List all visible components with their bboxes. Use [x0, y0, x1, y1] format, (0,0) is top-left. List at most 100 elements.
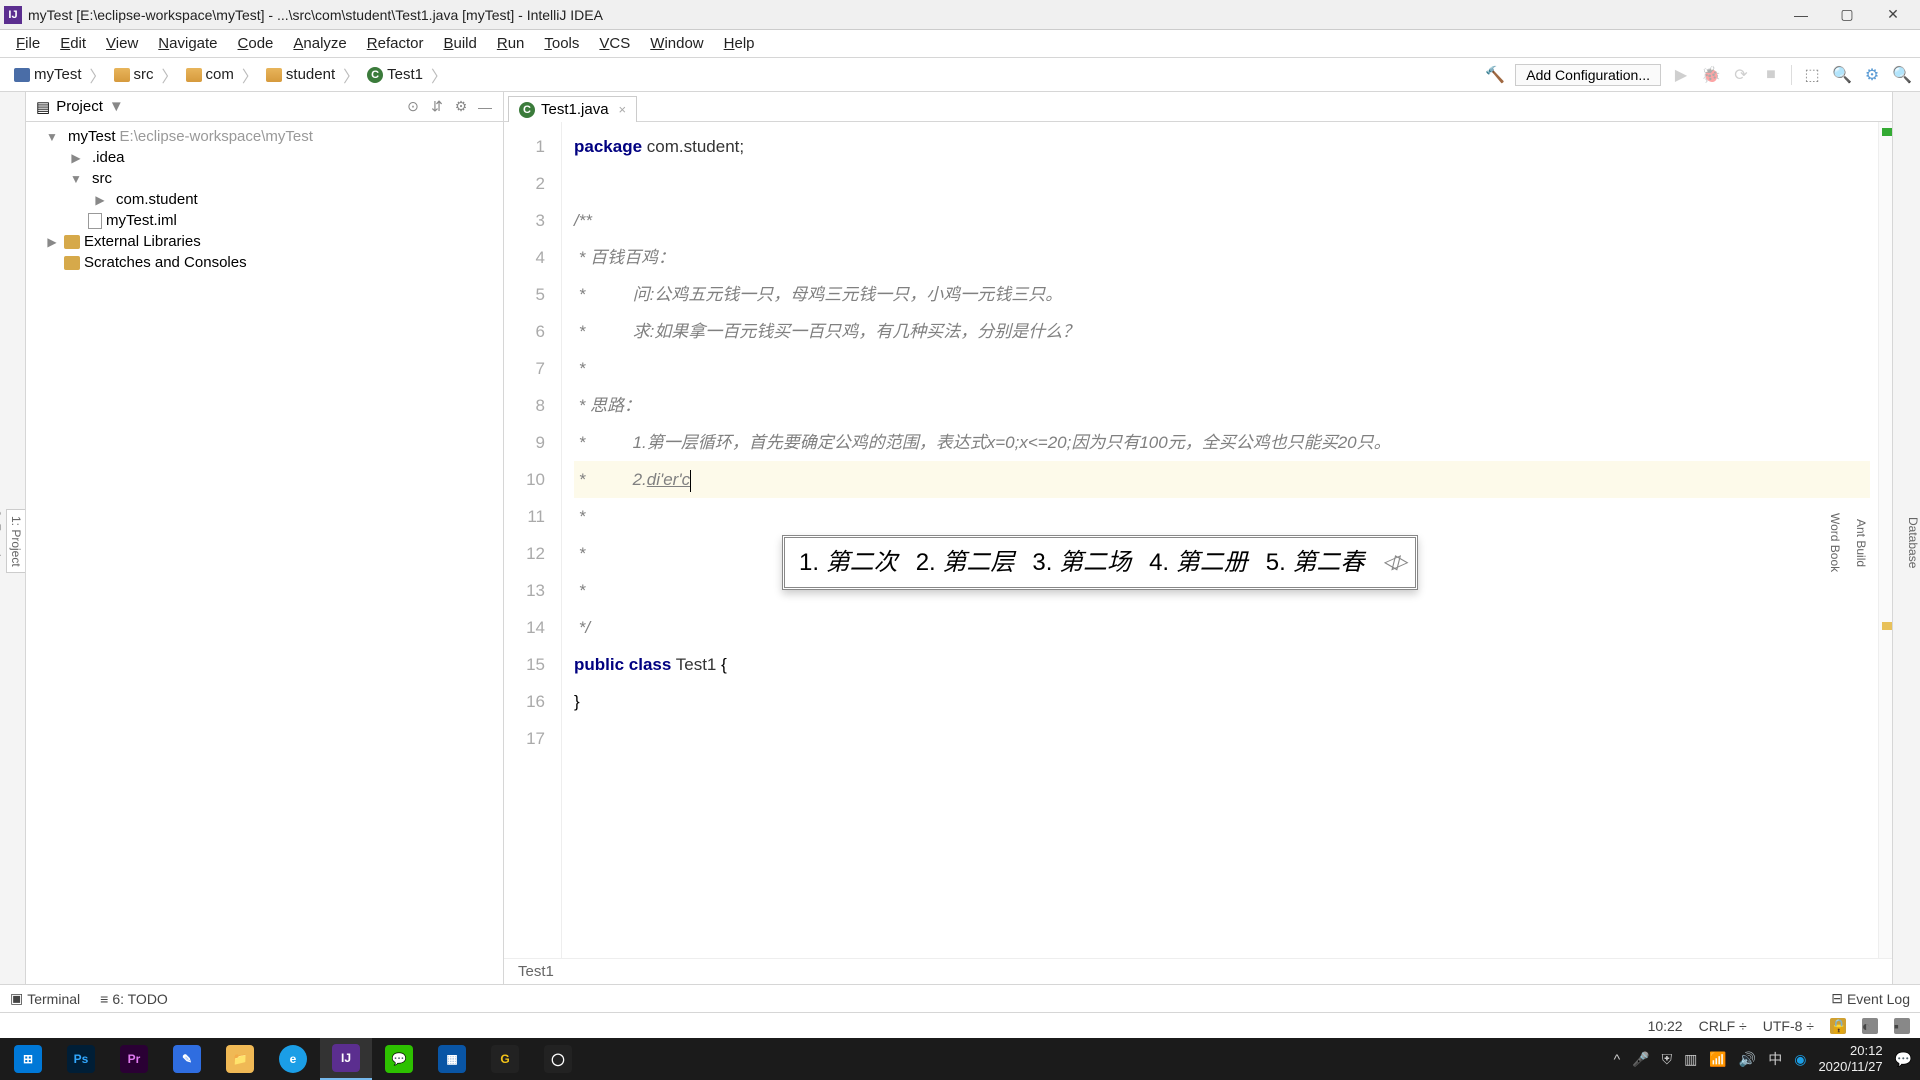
gear-icon[interactable]: ⚙ [453, 99, 469, 115]
tray-notifications-icon[interactable]: 💬 [1895, 1051, 1912, 1068]
ime-candidate[interactable]: 1. 第二次 [799, 544, 898, 581]
code-line[interactable]: /** [574, 202, 1870, 239]
add-configuration-button[interactable]: Add Configuration... [1515, 64, 1661, 86]
ime-nav-icon[interactable]: ◁▷ [1382, 544, 1401, 581]
tree-arrow-icon[interactable]: ▼ [68, 172, 84, 186]
crumb-mytest[interactable]: myTest [8, 64, 88, 85]
code-line[interactable] [574, 165, 1870, 202]
tray-mic-icon[interactable]: 🎤 [1632, 1051, 1649, 1068]
menu-file[interactable]: File [6, 33, 50, 54]
menu-code[interactable]: Code [228, 33, 284, 54]
menu-refactor[interactable]: Refactor [357, 33, 434, 54]
stop-icon[interactable]: ■ [1761, 65, 1781, 85]
crumb-student[interactable]: student [260, 64, 341, 85]
menu-window[interactable]: Window [640, 33, 713, 54]
debug-icon[interactable]: 🐞 [1701, 65, 1721, 85]
tree-arrow-icon[interactable]: ▼ [44, 130, 60, 144]
maximize-button[interactable]: ▢ [1824, 1, 1870, 29]
menu-run[interactable]: Run [487, 33, 535, 54]
code-editor[interactable]: 1234567891011121314151617 package com.st… [504, 122, 1892, 958]
left-tool-tab[interactable]: 2: Favorites [0, 503, 6, 580]
build-icon[interactable]: 🔨 [1485, 65, 1505, 85]
tray-volume-icon[interactable]: 🔊 [1739, 1051, 1756, 1068]
tray-ime-icon[interactable]: 中 [1768, 1049, 1782, 1069]
taskbar-app-button[interactable]: 💬 [373, 1038, 425, 1080]
tree-row--idea[interactable]: ▶.idea [26, 147, 503, 168]
code-line[interactable]: package com.student; [574, 128, 1870, 165]
project-tree[interactable]: ▼myTest E:\eclipse-workspace\myTest▶.ide… [26, 122, 503, 277]
tree-arrow-icon[interactable]: ▶ [68, 151, 84, 165]
hide-icon[interactable]: — [477, 99, 493, 115]
code-line[interactable]: * 百钱百鸡： [574, 239, 1870, 276]
update-icon[interactable]: ⬚ [1802, 65, 1822, 85]
code-line[interactable]: * 1.第一层循环，首先要确定公鸡的范围，表达式x=0;x<=20;因为只有10… [574, 424, 1870, 461]
menu-tools[interactable]: Tools [534, 33, 589, 54]
status-position[interactable]: 10:22 [1648, 1018, 1683, 1034]
right-tool-tab[interactable]: Database [1906, 517, 1920, 568]
tray-chevron-icon[interactable]: ^ [1614, 1051, 1621, 1067]
tree-arrow-icon[interactable]: ▶ [92, 193, 108, 207]
menu-analyze[interactable]: Analyze [283, 33, 356, 54]
bottom-tab[interactable]: ▣Terminal [10, 990, 80, 1007]
ime-candidate[interactable]: 5. 第二春 [1266, 544, 1365, 581]
tray-app-icon[interactable]: ◉ [1794, 1051, 1806, 1068]
system-tray[interactable]: ^ 🎤 ⛨ ▥ 📶 🔊 中 ◉ 20:12 2020/11/27 💬 [1614, 1043, 1918, 1075]
close-tab-icon[interactable]: × [619, 102, 627, 117]
close-button[interactable]: ✕ [1870, 1, 1916, 29]
editor-breadcrumb[interactable]: Test1 [504, 958, 1892, 984]
code-line[interactable]: * 思路： [574, 387, 1870, 424]
ime-candidate[interactable]: 2. 第二层 [916, 544, 1015, 581]
taskbar-app-button[interactable]: ⊞ [2, 1038, 54, 1080]
crumb-test1[interactable]: CTest1 [361, 64, 429, 85]
menu-view[interactable]: View [96, 33, 148, 54]
status-lock-icon[interactable]: 🔒 [1830, 1018, 1846, 1034]
ime-candidate-window[interactable]: 1. 第二次2. 第二层3. 第二场4. 第二册5. 第二春◁▷ [782, 535, 1418, 590]
crumb-src[interactable]: src [108, 64, 160, 85]
find-icon[interactable]: 🔍 [1892, 65, 1912, 85]
taskbar-app-button[interactable]: G [479, 1038, 531, 1080]
tray-wifi-icon[interactable]: 📶 [1709, 1051, 1726, 1068]
code-line[interactable]: public class Test1 { [574, 646, 1870, 683]
code-line[interactable]: * 求:如果拿一百元钱买一百只鸡，有几种买法，分别是什么？ [574, 313, 1870, 350]
taskbar-app-button[interactable]: Pr [108, 1038, 160, 1080]
tree-row-mytest-iml[interactable]: myTest.iml [26, 210, 503, 231]
editor-tab[interactable]: CTest1.java× [508, 96, 637, 122]
tray-battery-icon[interactable]: ▥ [1684, 1051, 1697, 1068]
taskbar-clock[interactable]: 20:12 2020/11/27 [1818, 1043, 1882, 1075]
code-line[interactable]: * [574, 350, 1870, 387]
minimize-button[interactable]: — [1778, 1, 1824, 29]
run-icon[interactable]: ▶ [1671, 65, 1691, 85]
code-line[interactable]: * [574, 498, 1870, 535]
taskbar-app-button[interactable]: Ps [55, 1038, 107, 1080]
project-header-title[interactable]: ▤Project▼ [36, 98, 397, 116]
ime-candidate[interactable]: 3. 第二场 [1032, 544, 1131, 581]
status-line-sep[interactable]: CRLF ÷ [1699, 1018, 1747, 1034]
tree-row-external-libraries[interactable]: ▶External Libraries [26, 231, 503, 252]
menu-help[interactable]: Help [714, 33, 765, 54]
tree-row-scratches-and-consoles[interactable]: Scratches and Consoles [26, 252, 503, 273]
tree-row-mytest[interactable]: ▼myTest E:\eclipse-workspace\myTest [26, 126, 503, 147]
taskbar-app-button[interactable]: ▦ [426, 1038, 478, 1080]
tree-arrow-icon[interactable]: ▶ [44, 235, 60, 249]
collapse-icon[interactable]: ⇵ [429, 99, 445, 115]
code-line[interactable]: * 问:公鸡五元钱一只，母鸡三元钱一只，小鸡一元钱三只。 [574, 276, 1870, 313]
tree-row-com-student[interactable]: ▶com.student [26, 189, 503, 210]
autoscroll-icon[interactable]: ⊙ [405, 99, 421, 115]
taskbar-app-button[interactable]: IJ [320, 1038, 372, 1080]
coverage-icon[interactable]: ⟳ [1731, 65, 1751, 85]
menu-vcs[interactable]: VCS [589, 33, 640, 54]
status-git-icon[interactable]: ◐ [1862, 1018, 1878, 1034]
left-tool-tab[interactable]: 1: Project [6, 509, 25, 574]
bottom-tab[interactable]: ≡6: TODO [100, 990, 168, 1007]
taskbar-app-button[interactable]: 📁 [214, 1038, 266, 1080]
tree-row-src[interactable]: ▼src [26, 168, 503, 189]
menu-navigate[interactable]: Navigate [148, 33, 227, 54]
code-body[interactable]: package com.student; /** * 百钱百鸡： * 问:公鸡五… [562, 122, 1878, 958]
code-line[interactable]: * 2.di'er'c [574, 461, 1870, 498]
event-log-tab[interactable]: ⊟ Event Log [1831, 990, 1910, 1007]
menu-build[interactable]: Build [433, 33, 486, 54]
settings-icon[interactable]: ⚙ [1862, 65, 1882, 85]
status-memory-icon[interactable]: ▪ [1894, 1018, 1910, 1034]
search-icon[interactable]: 🔍 [1832, 65, 1852, 85]
crumb-com[interactable]: com [180, 64, 240, 85]
